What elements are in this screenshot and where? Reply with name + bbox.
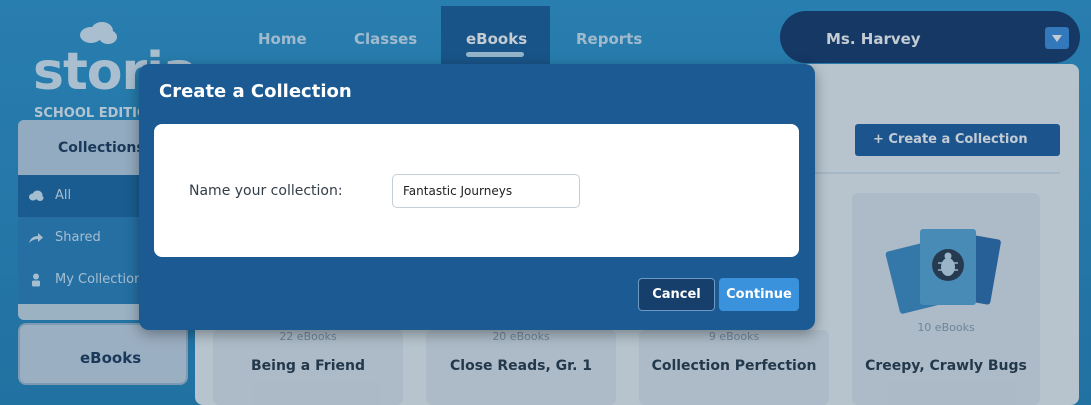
continue-button[interactable]: Continue (719, 278, 799, 311)
modal-title: Create a Collection (159, 81, 352, 102)
collection-name-input[interactable] (392, 174, 580, 208)
create-collection-modal: Create a Collection Name your collection… (139, 64, 815, 330)
collection-name-label: Name your collection: (189, 183, 343, 199)
cancel-button[interactable]: Cancel (638, 278, 715, 311)
app-root: Home Classes eBooks Reports Ms. Harvey s… (0, 0, 1091, 405)
modal-body: Name your collection: (154, 124, 799, 257)
